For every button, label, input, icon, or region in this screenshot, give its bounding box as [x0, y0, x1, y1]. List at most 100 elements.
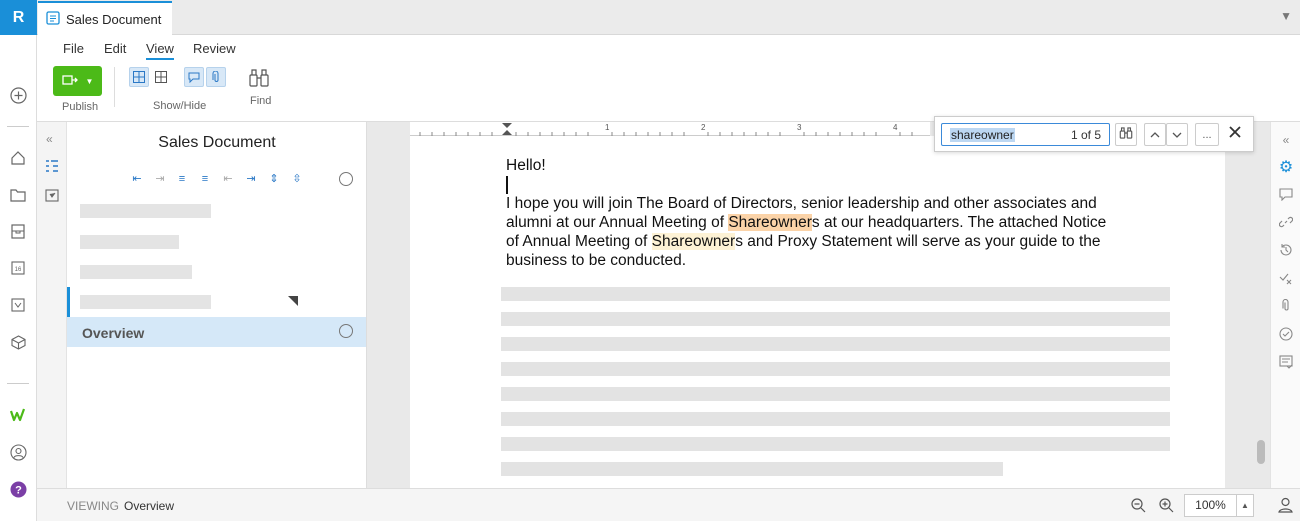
search-match-current: Shareowner [728, 214, 812, 231]
outline-item-placeholder[interactable] [80, 295, 211, 309]
tab-menu-chevron-icon[interactable]: ▼ [1280, 9, 1292, 23]
calendar-icon[interactable]: 16 [9, 259, 27, 277]
attachment-icon[interactable] [1278, 298, 1294, 314]
chart-icon[interactable] [9, 296, 27, 314]
find-label: Find [250, 95, 272, 107]
demote-icon[interactable]: ⇥ [153, 172, 167, 186]
task-check-icon[interactable] [1278, 326, 1294, 342]
text-cursor [506, 176, 508, 194]
find-input[interactable]: shareowner 1 of 5 [941, 123, 1110, 146]
menu-edit[interactable]: Edit [104, 41, 126, 56]
user-icon[interactable] [1278, 497, 1293, 516]
outline-title: Sales Document [158, 134, 276, 151]
search-match: Shareowner [651, 233, 736, 250]
archive-icon[interactable] [9, 222, 27, 240]
expand-all-icon[interactable]: ⇕ [267, 172, 281, 186]
tab-sales-document[interactable]: Sales Document [38, 1, 172, 35]
outline-item-marker [67, 287, 70, 317]
outline-item-placeholder[interactable] [80, 265, 192, 279]
cube-icon[interactable] [9, 333, 27, 351]
find-previous-button[interactable] [1144, 123, 1166, 146]
status-bar: VIEWING Overview 100% ▲ [37, 488, 1300, 521]
showhide-label: Show/Hide [153, 100, 207, 112]
status-circle-icon[interactable] [339, 172, 353, 186]
menu-view[interactable]: View [146, 41, 174, 60]
notes-icon[interactable] [1278, 354, 1294, 370]
outline-view-icon[interactable] [45, 159, 59, 176]
menu-review[interactable]: Review [193, 41, 236, 56]
collapse-panel-icon[interactable]: « [46, 132, 53, 146]
app-logo[interactable]: R [0, 0, 37, 35]
workiva-logo-icon[interactable] [9, 406, 27, 424]
tab-title: Sales Document [66, 11, 162, 27]
publish-button[interactable]: ▼ [53, 66, 102, 96]
ruler-mark: 1 [605, 123, 610, 132]
paragraph-line: alumni at our Annual Meeting of Shareown… [506, 214, 1107, 231]
find-query: shareowner [950, 128, 1015, 142]
document-page[interactable]: Hello! I hope you will join The Board of… [410, 136, 1225, 488]
collapse-all-icon[interactable]: ⇳ [290, 172, 304, 186]
zoom-dropdown-icon[interactable]: ▲ [1236, 494, 1254, 517]
outline-item-placeholder[interactable] [80, 204, 211, 218]
menu-file[interactable]: File [63, 41, 84, 56]
content-placeholder [501, 462, 1003, 476]
help-icon[interactable]: ? [9, 480, 27, 498]
find-next-button[interactable] [1166, 123, 1188, 146]
status-circle-icon[interactable] [339, 324, 353, 338]
promote-icon[interactable]: ⇤ [130, 172, 144, 186]
insert-below-icon[interactable]: ≡ [198, 172, 212, 186]
paragraph-line: I hope you will join The Board of Direct… [506, 195, 1097, 212]
folder-icon[interactable] [9, 186, 27, 204]
find-count: 1 of 5 [1070, 128, 1101, 142]
comments-toggle[interactable] [184, 67, 204, 87]
outline-item-overview[interactable]: Overview [67, 317, 366, 347]
ruler[interactable]: 1 2 3 4 [410, 122, 930, 136]
add-icon[interactable] [9, 86, 27, 104]
outline-item-placeholder[interactable] [80, 235, 179, 249]
publish-icon [61, 74, 78, 89]
gear-icon[interactable]: ⚙ [1278, 159, 1294, 176]
layout-grid-toggle[interactable] [129, 67, 149, 87]
paragraph-line: of Annual Meeting of Shareowners and Pro… [506, 233, 1101, 250]
binoculars-icon [248, 69, 270, 92]
content-placeholder [501, 287, 1170, 301]
outdent-icon[interactable]: ⇤ [221, 172, 235, 186]
collapse-right-icon[interactable]: « [1278, 132, 1294, 148]
paragraph-line: business to be conducted. [506, 252, 687, 269]
insert-above-icon[interactable]: ≡ [175, 172, 189, 186]
bookmarks-icon[interactable] [45, 189, 59, 206]
outline-item-label: Overview [82, 325, 145, 341]
chevron-down-icon: ▼ [85, 76, 94, 86]
home-icon[interactable] [9, 149, 27, 167]
zoom-out-icon[interactable] [1131, 498, 1146, 516]
table-grid-toggle[interactable] [151, 67, 171, 87]
find-button[interactable] [248, 67, 270, 91]
content-placeholder [501, 312, 1170, 326]
find-more-button[interactable]: ... [1195, 123, 1219, 146]
close-icon[interactable] [1228, 125, 1242, 142]
svg-text:16: 16 [15, 267, 22, 273]
panel-strip: « [37, 122, 67, 488]
content-placeholder [501, 362, 1170, 376]
zoom-in-icon[interactable] [1159, 498, 1174, 516]
content-placeholder [501, 337, 1170, 351]
user-profile-icon[interactable] [9, 443, 27, 461]
track-changes-icon[interactable] [1278, 270, 1294, 286]
indent-icon[interactable]: ⇥ [244, 172, 258, 186]
link-icon[interactable] [1278, 214, 1294, 230]
document-area: 1 2 3 4 Hello! I hope you will join The … [367, 122, 1270, 488]
expand-corner-icon[interactable] [288, 296, 298, 306]
app-rail: R 16 ? [0, 0, 37, 521]
document-icon [46, 10, 60, 28]
tab-bar: Sales Document ▼ [37, 0, 1300, 35]
zoom-level-input[interactable]: 100% [1184, 494, 1237, 517]
outline-panel: Sales Document ⇤ ⇥ ≡ ≡ ⇤ ⇥ ⇕ ⇳ Overview [67, 122, 367, 488]
attachments-toggle[interactable] [206, 67, 226, 87]
comment-icon[interactable] [1278, 186, 1294, 202]
history-icon[interactable] [1278, 242, 1294, 258]
find-options-button[interactable] [1115, 123, 1137, 146]
ruler-mark: 3 [797, 123, 802, 132]
vertical-scrollbar-thumb[interactable] [1257, 440, 1265, 464]
ribbon: File Edit View Review ▼ Publish Show/Hid… [37, 35, 1300, 122]
svg-text:?: ? [15, 484, 22, 496]
